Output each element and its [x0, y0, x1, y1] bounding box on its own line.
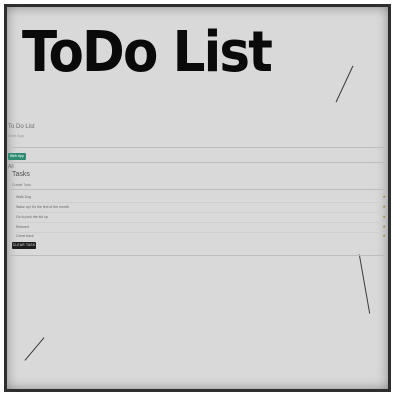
task-item[interactable]: Come back ★: [12, 232, 386, 242]
divider: [8, 147, 384, 148]
crack-decoration: [335, 65, 354, 103]
app-title: To Do List: [8, 124, 35, 130]
star-icon[interactable]: ★: [382, 233, 386, 238]
filter-label: All: [8, 164, 14, 170]
screenshot-frame: ToDo List To Do List Web App Web App All…: [0, 0, 400, 400]
tab-web-app[interactable]: Web App: [8, 153, 26, 160]
create-todo-input[interactable]: [12, 181, 92, 188]
divider: [8, 189, 384, 190]
star-icon[interactable]: ★: [382, 194, 386, 199]
tasks-heading: Tasks: [12, 171, 30, 178]
divider: [8, 162, 384, 163]
star-icon[interactable]: ★: [382, 224, 386, 229]
task-item[interactable]: Wake up! It's the first of the month ★: [12, 203, 386, 213]
task-item[interactable]: Go to pick the kid up ★: [12, 213, 386, 223]
page-title: ToDo List: [22, 20, 273, 85]
divider: [8, 255, 384, 256]
task-text: Come back: [16, 234, 34, 238]
task-text: Wake up! It's the first of the month: [16, 205, 69, 209]
task-text: Relaxed: [16, 225, 29, 229]
star-icon[interactable]: ★: [382, 214, 386, 219]
task-item[interactable]: Walk Dog ★: [12, 193, 386, 203]
clear-tasks-button[interactable]: CLEAR TASK: [12, 242, 36, 249]
todo-app: To Do List Web App Web App All Tasks Wal…: [8, 122, 386, 362]
star-icon[interactable]: ★: [382, 204, 386, 209]
task-text: Go to pick the kid up: [16, 215, 48, 219]
app-subtitle: Web App: [8, 133, 25, 138]
task-text: Walk Dog: [16, 195, 32, 199]
